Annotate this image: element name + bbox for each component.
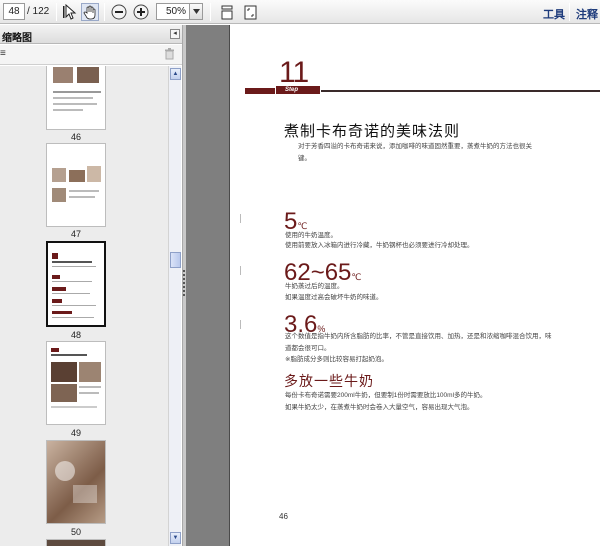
thumbnail-page-label: 50 (70, 527, 81, 537)
stat-description: 使用前要放入冰箱内进行冷藏，牛奶钢杯也必须要进行冷却处理。 (285, 242, 474, 249)
section-subtitle: 多放一些牛奶 (284, 373, 374, 389)
scrollbar-thumb[interactable] (170, 252, 181, 268)
thumbnail-panel-toolbar: ≡ (0, 45, 182, 65)
step-label: Step (285, 87, 299, 93)
page-thumbnail[interactable] (46, 143, 106, 227)
thumbnail-panel-header: 缩略图 ◂ (0, 25, 182, 44)
select-tool-icon[interactable] (61, 3, 79, 21)
scroll-down-button[interactable]: ▼ (170, 532, 181, 544)
page-number: 46 (279, 512, 288, 521)
trash-icon[interactable] (164, 48, 175, 60)
thumbnail-page-label: 47 (70, 229, 81, 239)
hand-tool-icon[interactable] (81, 3, 99, 21)
splitter-grip[interactable] (183, 270, 185, 296)
page-number-input[interactable]: 48 (3, 3, 25, 20)
panel-collapse-button[interactable]: ◂ (170, 29, 180, 39)
page-thumbnail[interactable] (46, 539, 106, 546)
thumbnail-page-label: 48 (70, 330, 81, 340)
toolbar: 48 / 122 50% 工具 注释 (0, 0, 600, 24)
zoom-dropdown-button[interactable] (190, 3, 203, 20)
comment-button[interactable]: 注释 (576, 6, 598, 22)
page-thumbnail[interactable] (46, 440, 106, 524)
page-count: / 122 (27, 6, 50, 17)
thumbnail-list: 46 47 48 49 50 (0, 66, 168, 546)
stat-description: 如果温度过高会破坏牛奶的味道。 (285, 294, 383, 301)
page-thumbnail-selected[interactable] (46, 241, 106, 327)
scroll-up-button[interactable]: ▲ (170, 68, 181, 80)
panel-options-button[interactable]: ≡ (0, 48, 6, 59)
tools-button[interactable]: 工具 (543, 6, 565, 22)
chevron-down-icon (192, 9, 200, 14)
toolbar-separator (104, 3, 105, 21)
stat-description: 这个数值是指牛奶内所含脂肪的比率，不管是直接饮用、加热，还是和浓缩咖啡混合饮用，… (285, 333, 552, 352)
page-thumbnail[interactable] (46, 341, 106, 425)
toolbar-separator (569, 3, 570, 21)
margin-tick (240, 266, 241, 275)
decorative-rule (321, 90, 600, 92)
single-page-view-icon[interactable] (218, 3, 236, 21)
panel-title: 缩略图 (2, 33, 32, 44)
intro-text: 对于芳香四溢的卡布奇诺来说，添加咖啡的味道固然重要，蒸煮牛奶的方法也很关键。 (298, 143, 532, 162)
decorative-rule (245, 88, 275, 94)
thumbnail-page-label: 49 (70, 428, 81, 438)
toolbar-separator (210, 3, 211, 21)
page-thumbnail[interactable] (46, 66, 106, 130)
thumbnail-scrollbar[interactable]: ▲ ▼ (168, 66, 181, 546)
tip-text: 每份卡布奇诺需要200ml牛奶，但要制1份时需要放比100ml多的牛奶。 (285, 392, 487, 399)
zoom-out-icon[interactable] (110, 3, 128, 21)
stat-note: ※脂肪成分多则比较容易打起奶泡。 (285, 356, 388, 363)
step-number: 11 (279, 56, 309, 89)
zoom-level-input[interactable]: 50% (156, 3, 190, 20)
zoom-in-icon[interactable] (132, 3, 150, 21)
toolbar-separator (56, 3, 57, 21)
thumbnail-page-label: 46 (70, 132, 81, 142)
fit-page-icon[interactable] (241, 3, 259, 21)
page-title: 煮制卡布奇诺的美味法则 (284, 123, 461, 140)
tip-text: 如果牛奶太少，在蒸煮牛奶时会卷入大量空气，容易出现大气泡。 (285, 404, 474, 411)
margin-tick (240, 320, 241, 329)
margin-tick (240, 214, 241, 223)
